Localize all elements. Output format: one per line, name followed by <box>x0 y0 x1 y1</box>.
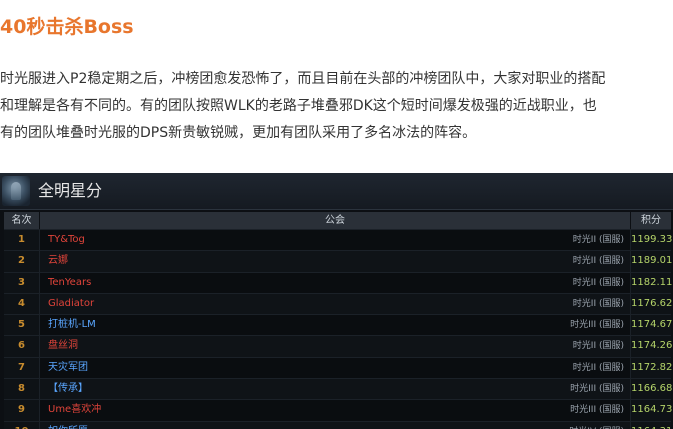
paragraph-line: 时光服进入P2稳定期之后，冲榜团愈发恐怖了，而且目前在头部的冲榜团队中，大家对职… <box>0 71 606 87</box>
table-row: 7 天灾军团 时光II (国服) 1172.82 <box>4 356 672 379</box>
score-cell: 1164.73 <box>631 400 672 421</box>
guild-name: Gladiator <box>48 297 95 309</box>
leaderboard-table: 名次 公会 积分 1 TY&Tog 时光II (国服) 1199.33 2 云娜 时光II … <box>4 212 672 429</box>
score-cell: 1199.33 <box>631 230 672 251</box>
rank-cell: 1 <box>4 230 39 251</box>
guild-cell: 盘丝洞 时光II (国服) <box>39 336 631 357</box>
rank-cell: 3 <box>4 272 39 293</box>
leaderboard-title: 全明星分 <box>38 181 103 200</box>
server-label: 时光II (国服) <box>572 298 624 309</box>
table-row: 3 TenYears 时光II (国服) 1182.11 <box>4 271 672 293</box>
score-cell: 1172.82 <box>631 357 672 379</box>
rank-cell: 9 <box>4 400 39 421</box>
rank-cell: 5 <box>4 315 39 336</box>
leaderboard-header: 全明星分 <box>0 173 673 210</box>
guild-name: Ume喜欢冲 <box>48 404 102 416</box>
guild-name: 天灾军团 <box>48 361 88 373</box>
table-row: 6 盘丝洞 时光II (国服) 1174.26 <box>4 335 672 357</box>
server-label: 时光III (国服) <box>570 405 624 416</box>
score-cell: 1164.31 <box>631 421 672 429</box>
column-header-score: 积分 <box>641 215 661 226</box>
table-row: 5 打桩机-LM 时光III (国服) 1174.67 <box>4 314 672 336</box>
article-paragraph: 时光服进入P2稳定期之后，冲榜团愈发恐怖了，而且目前在头部的冲榜团队中，大家对职… <box>0 66 673 147</box>
rank-cell: 8 <box>4 379 39 400</box>
guild-cell: 天灾军团 时光II (国服) <box>39 357 631 379</box>
table-header-row: 名次 公会 积分 <box>4 212 671 229</box>
server-label: 时光II (国服) <box>572 341 624 352</box>
score-cell: 1182.11 <box>631 272 672 293</box>
leaderboard-image: 全明星分 名次 公会 积分 1 TY&Tog 时光II (国服) 1199.33 2 云娜… <box>0 173 673 429</box>
table-row: 2 云娜 时光II (国服) 1189.01 <box>4 250 672 272</box>
server-label: 时光II (国服) <box>572 256 624 267</box>
table-row: 1 TY&Tog 时光II (国服) 1199.33 <box>4 229 672 251</box>
score-cell: 1176.62 <box>631 293 672 315</box>
server-label: 时光IV (国服) <box>569 422 624 429</box>
guild-name: TY&Tog <box>48 234 85 245</box>
server-label: 时光III (国服) <box>570 320 624 331</box>
rank-cell: 6 <box>4 336 39 357</box>
guild-crest-icon <box>2 176 30 206</box>
column-header-guild: 公会 <box>40 212 631 229</box>
rank-cell: 10 <box>4 421 39 429</box>
table-row: 4 Gladiator 时光II (国服) 1176.62 <box>4 292 672 315</box>
paragraph-line: 和理解是各有不同的。有的团队按照WLK的老路子堆叠邪DK这个短时间爆发极强的近战… <box>0 98 597 114</box>
guild-cell: TenYears 时光II (国服) <box>39 272 631 293</box>
guild-name: 盘丝洞 <box>48 340 78 352</box>
paragraph-line: 有的团队堆叠时光服的DPS新贵敏锐贼，更加有团队采用了多名冰法的阵容。 <box>0 125 477 141</box>
guild-cell: Gladiator 时光II (国服) <box>39 293 631 315</box>
server-label: 时光II (国服) <box>572 362 624 373</box>
rank-cell: 2 <box>4 251 39 272</box>
table-row: 10 如你所愿 时光IV (国服) 1164.31 <box>4 420 672 429</box>
rank-cell: 7 <box>4 357 39 379</box>
guild-cell: Ume喜欢冲 时光III (国服) <box>39 400 631 421</box>
guild-name: 【传承】 <box>48 383 88 395</box>
score-cell: 1189.01 <box>631 251 672 272</box>
rank-cell: 4 <box>4 293 39 315</box>
score-cell: 1174.67 <box>631 315 672 336</box>
table-row: 8 【传承】 时光III (国服) 1166.68 <box>4 378 672 400</box>
guild-cell: 【传承】 时光III (国服) <box>39 379 631 400</box>
guild-cell: 打桩机-LM 时光III (国服) <box>39 315 631 336</box>
server-label: 时光II (国服) <box>572 277 624 288</box>
guild-name: 云娜 <box>48 255 68 267</box>
guild-cell: TY&Tog 时光II (国服) <box>39 230 631 251</box>
table-row: 9 Ume喜欢冲 时光III (国服) 1164.73 <box>4 399 672 421</box>
guild-cell: 云娜 时光II (国服) <box>39 251 631 272</box>
guild-name: 打桩机-LM <box>48 319 96 331</box>
server-label: 时光II (国服) <box>572 235 624 245</box>
server-label: 时光III (国服) <box>570 384 624 395</box>
score-cell: 1166.68 <box>631 379 672 400</box>
guild-name: TenYears <box>48 276 92 288</box>
guild-cell: 如你所愿 时光IV (国服) <box>39 421 631 429</box>
score-cell: 1174.26 <box>631 336 672 357</box>
article-heading: 40秒击杀Boss <box>0 16 134 38</box>
column-header-rank: 名次 <box>4 212 40 229</box>
guild-name: 如你所愿 <box>48 422 88 429</box>
